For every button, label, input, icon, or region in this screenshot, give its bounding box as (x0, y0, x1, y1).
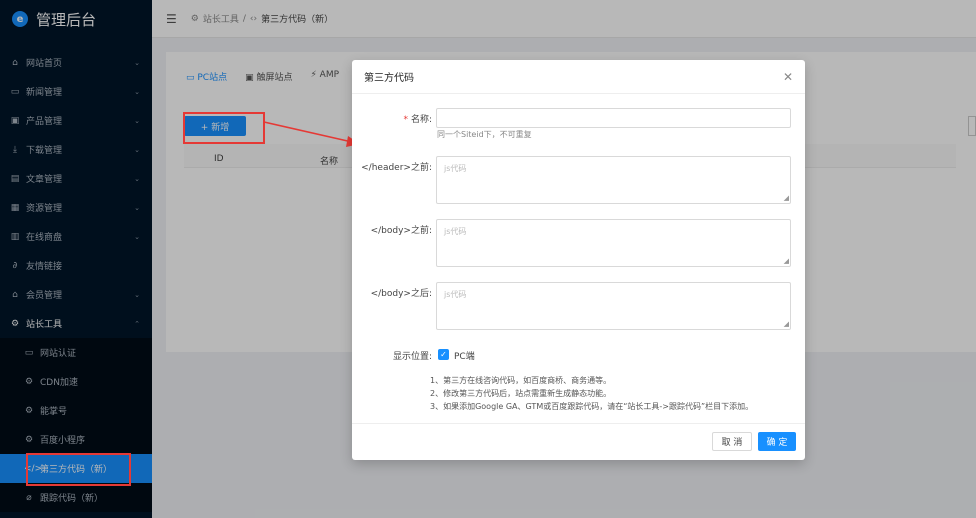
name-hint: 同一个Siteid下，不可重复 (437, 130, 532, 139)
check-icon: ✓ (440, 350, 447, 359)
body-after-label: </body>之后: (370, 289, 432, 299)
cancel-button[interactable]: 取 消 (712, 432, 752, 451)
body-before-label: </body>之前: (370, 226, 432, 236)
resize-handle-icon[interactable]: ◢ (784, 320, 789, 328)
name-input[interactable] (436, 108, 791, 128)
resize-handle-icon[interactable]: ◢ (784, 257, 789, 265)
display-position-label: 显示位置: (392, 352, 432, 362)
body-before-textarea[interactable]: js代码 ◢ (436, 219, 791, 267)
note-3: 3、如果添加Google GA、GTM或百度跟踪代码，请在“站长工具->跟踪代码… (430, 402, 754, 411)
close-icon[interactable]: ✕ (783, 70, 793, 84)
name-label: * 名称: (403, 115, 432, 125)
confirm-button[interactable]: 确 定 (758, 432, 796, 451)
note-1: 1、第三方在线咨询代码，如百度商桥、商务通等。 (430, 376, 612, 385)
annotation-arrow (263, 121, 360, 147)
dialog-header: 第三方代码 ✕ (352, 60, 805, 94)
header-before-label: </header>之前: (361, 163, 432, 173)
pc-checkbox-label[interactable]: PC端 (454, 349, 475, 362)
annotation-box-sidebar (26, 453, 131, 486)
note-2: 2、修改第三方代码后，站点需重新生成静态功能。 (430, 389, 612, 398)
body-after-textarea[interactable]: js代码 ◢ (436, 282, 791, 330)
usage-notes: 1、第三方在线咨询代码，如百度商桥、商务通等。 2、修改第三方代码后，站点需重新… (430, 374, 753, 413)
annotation-box-add (183, 112, 265, 144)
dialog-title: 第三方代码 (364, 73, 414, 84)
resize-handle-icon[interactable]: ◢ (784, 194, 789, 202)
header-before-textarea[interactable]: js代码 ◢ (436, 156, 791, 204)
pc-checkbox[interactable]: ✓ (438, 349, 449, 360)
required-mark: * (403, 115, 408, 125)
dialog-footer-divider (352, 423, 805, 424)
